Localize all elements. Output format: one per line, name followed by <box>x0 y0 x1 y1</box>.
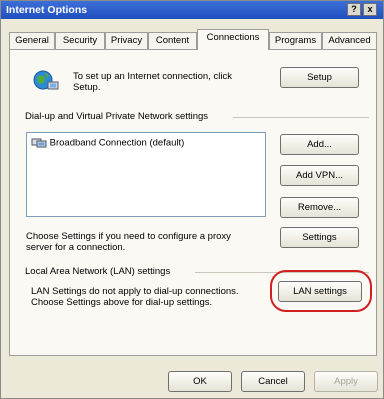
title-bar[interactable]: Internet Options ? x <box>1 1 383 19</box>
setup-button[interactable]: Setup <box>280 67 359 88</box>
tab-security[interactable]: Security <box>55 32 105 49</box>
network-connection-icon <box>31 137 47 149</box>
lan-description-line1: LAN Settings do not apply to dial-up con… <box>31 286 239 297</box>
internet-options-dialog: Internet Options ? x General Security Pr… <box>0 0 384 399</box>
setup-description-line1: To set up an Internet connection, click <box>73 71 232 82</box>
lan-description-line2: Choose Settings above for dial-up settin… <box>31 297 213 308</box>
tab-programs[interactable]: Programs <box>269 32 322 49</box>
connection-list[interactable]: Broadband Connection (default) <box>26 132 266 217</box>
ok-button[interactable]: OK <box>168 371 232 392</box>
help-button[interactable]: ? <box>347 3 361 16</box>
proxy-description-line1: Choose Settings if you need to configure… <box>26 231 231 242</box>
lan-settings-highlight <box>270 270 372 312</box>
apply-button[interactable]: Apply <box>314 371 378 392</box>
tab-strip: General Security Privacy Content Connect… <box>9 29 377 50</box>
connection-item-broadband[interactable]: Broadband Connection (default) <box>31 137 184 149</box>
setup-description-line2: Setup. <box>73 82 101 93</box>
settings-button[interactable]: Settings <box>280 227 359 248</box>
globe-connection-icon <box>32 68 60 92</box>
close-button[interactable]: x <box>363 3 377 16</box>
dialup-separator <box>233 117 369 118</box>
tab-privacy[interactable]: Privacy <box>105 32 148 49</box>
window-title: Internet Options <box>6 4 88 16</box>
tab-content[interactable]: Content <box>148 32 197 49</box>
add-button[interactable]: Add... <box>280 134 359 155</box>
dialup-vpn-header: Dial-up and Virtual Private Network sett… <box>25 111 209 122</box>
lan-settings-header: Local Area Network (LAN) settings <box>25 266 171 277</box>
cancel-button[interactable]: Cancel <box>241 371 305 392</box>
tab-advanced[interactable]: Advanced <box>322 32 377 49</box>
remove-button[interactable]: Remove... <box>280 197 359 218</box>
tab-connections[interactable]: Connections <box>197 29 269 50</box>
proxy-description-line2: server for a connection. <box>26 242 126 253</box>
connection-item-label: Broadband Connection (default) <box>49 137 185 149</box>
add-vpn-button[interactable]: Add VPN... <box>280 165 359 186</box>
tab-general[interactable]: General <box>9 32 55 49</box>
